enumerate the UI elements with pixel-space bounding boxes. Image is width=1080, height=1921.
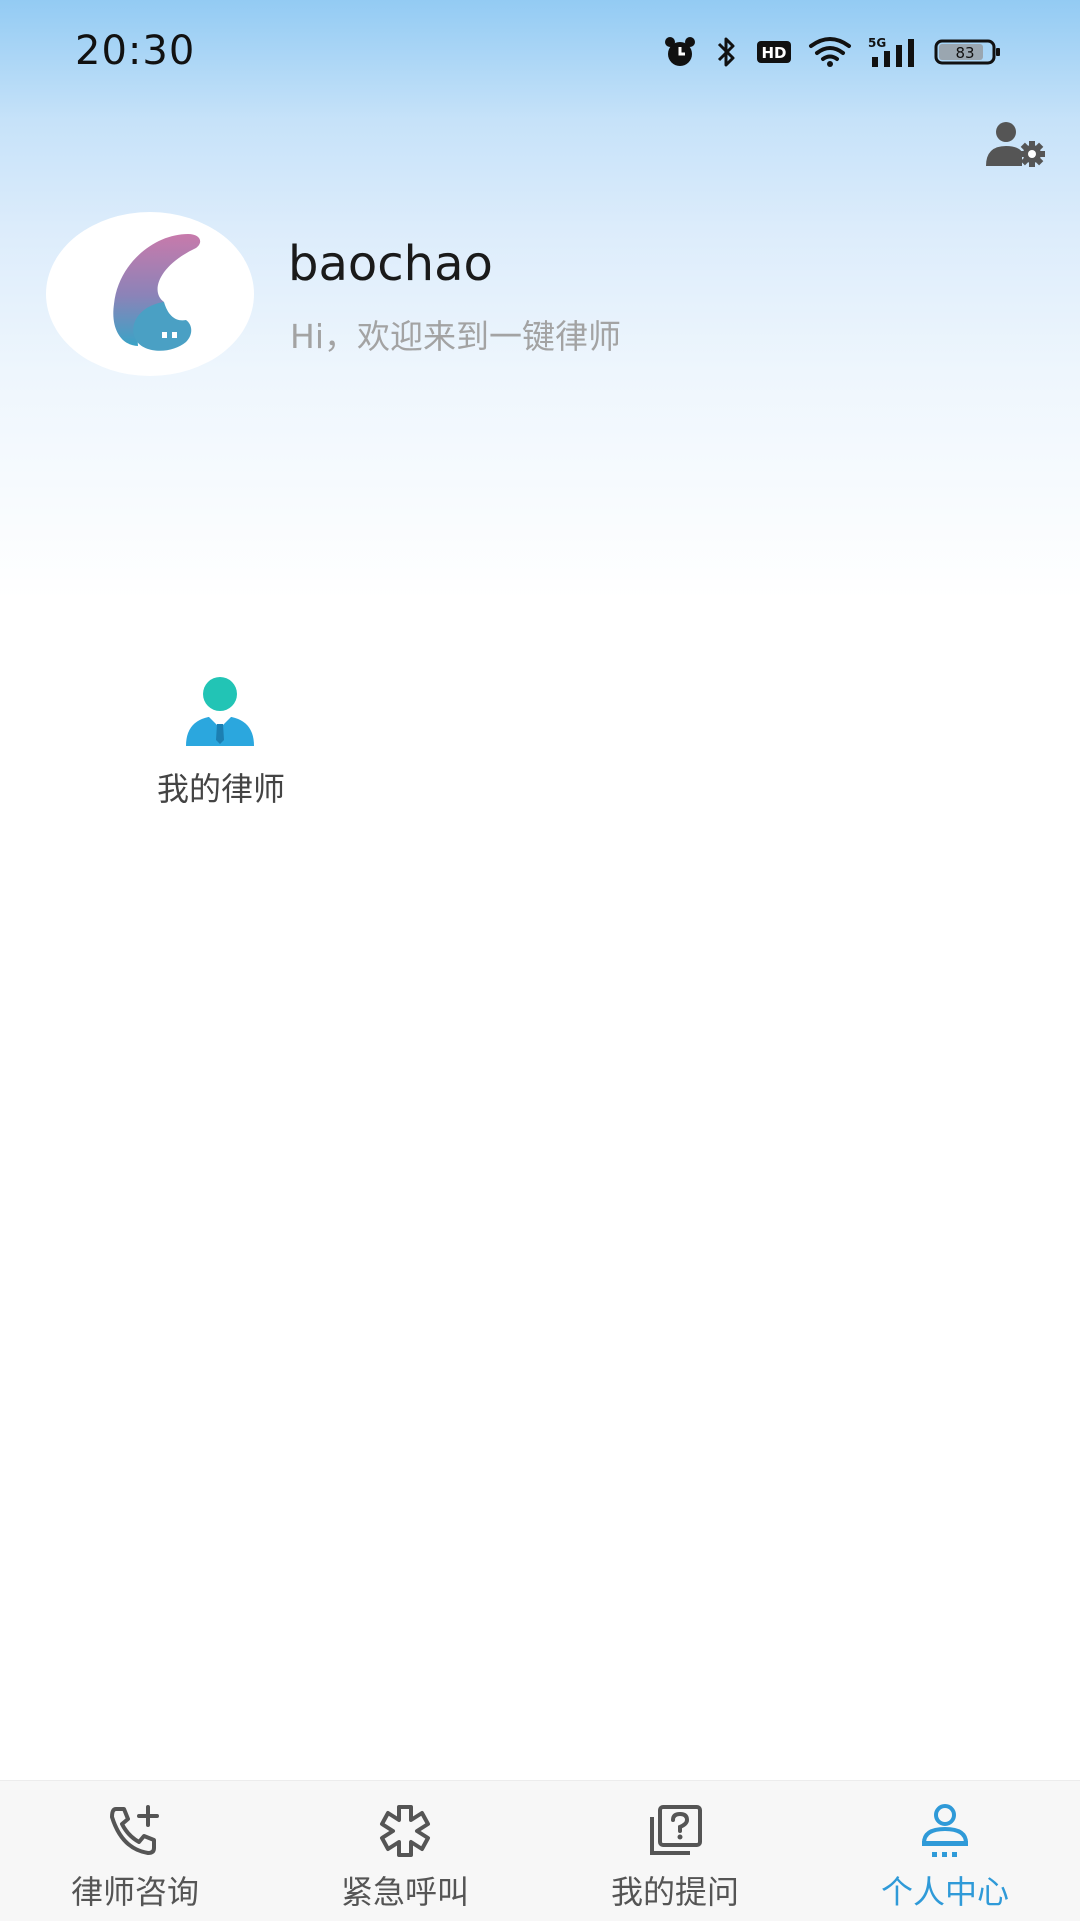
app-logo	[56, 230, 244, 362]
nav-personal-center[interactable]: 个人中心	[810, 1781, 1080, 1921]
user-gear-icon	[984, 122, 1048, 176]
nav-label-personal: 个人中心	[880, 1873, 1009, 1911]
greeting-text: Hi，欢迎来到一键律师	[290, 317, 621, 356]
network-label: 5G	[868, 36, 886, 50]
nav-emergency-call[interactable]: 紧急呼叫	[270, 1781, 540, 1921]
wifi-icon	[808, 36, 852, 68]
lawyer-icon	[180, 674, 260, 748]
user-settings-button[interactable]	[984, 120, 1048, 172]
phone-plus-icon	[102, 1803, 168, 1859]
bottom-nav: 律师咨询 紧急呼叫 我的提问 个人中心	[0, 1780, 1080, 1921]
my-lawyer-label: 我的律师	[156, 770, 285, 808]
nav-label-questions: 我的提问	[610, 1873, 739, 1911]
person-center-icon	[912, 1803, 978, 1859]
battery-icon: 83	[934, 38, 1002, 66]
nav-lawyer-consult[interactable]: 律师咨询	[0, 1781, 270, 1921]
asterisk-icon	[372, 1803, 438, 1859]
hd-label: HD	[761, 44, 786, 62]
bluetooth-icon	[714, 34, 740, 70]
nav-label-consult: 律师咨询	[70, 1873, 199, 1911]
battery-level: 83	[955, 44, 974, 62]
status-bar: 20:30 HD 5G 83	[0, 0, 1080, 104]
my-lawyer-shortcut[interactable]: 我的律师	[130, 666, 312, 816]
status-icons: HD 5G 83	[662, 32, 1002, 72]
status-time: 20:30	[75, 28, 196, 74]
hd-icon: HD	[756, 38, 792, 66]
nav-label-emergency: 紧急呼叫	[340, 1873, 469, 1911]
question-stack-icon	[642, 1803, 708, 1859]
alarm-icon	[662, 34, 698, 70]
signal-5g-icon: 5G	[868, 35, 918, 69]
username: baochao	[288, 236, 493, 292]
avatar[interactable]	[46, 212, 254, 376]
nav-my-questions[interactable]: 我的提问	[540, 1781, 810, 1921]
